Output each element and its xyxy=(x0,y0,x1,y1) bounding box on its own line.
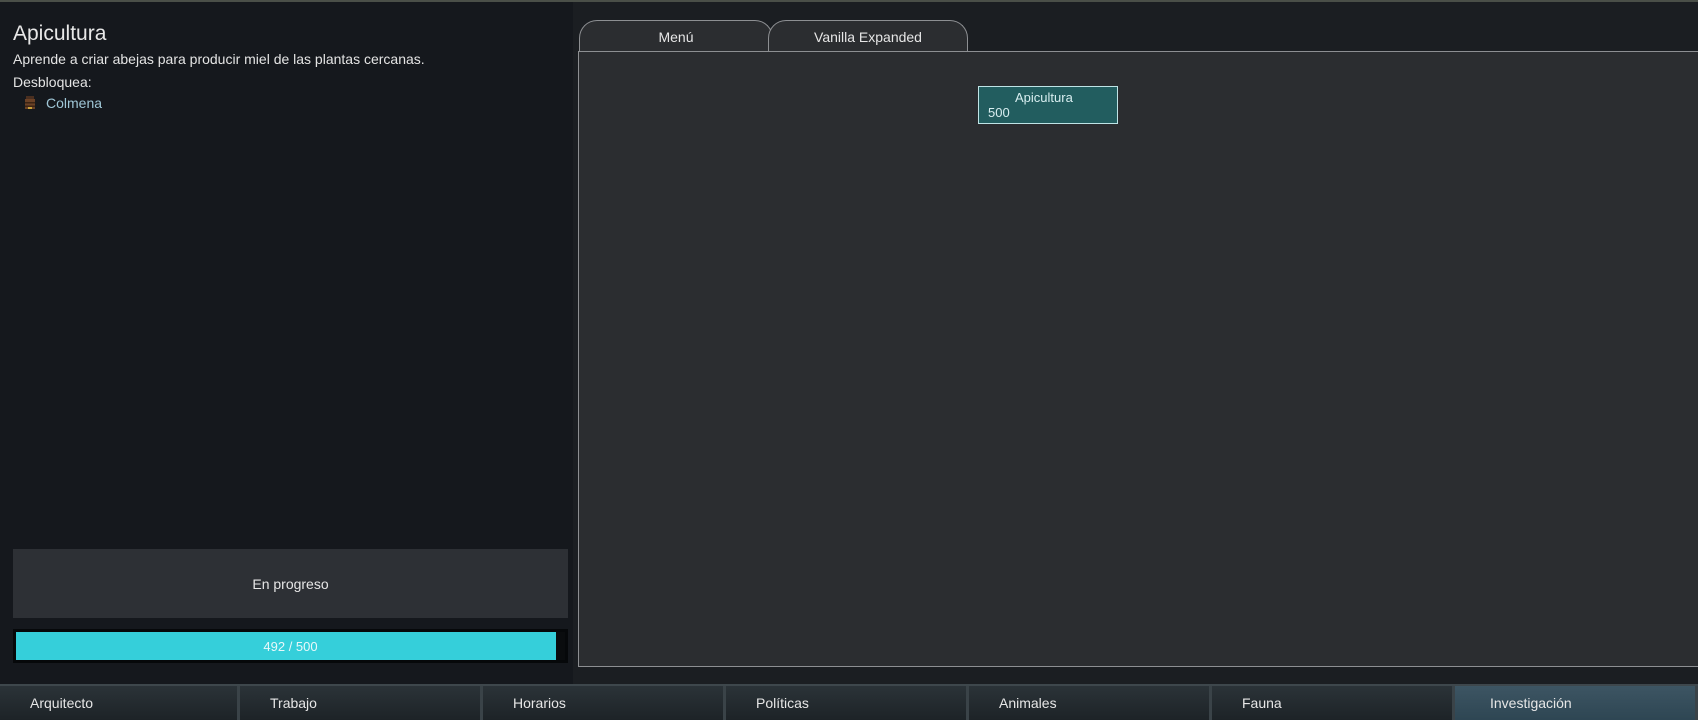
unlock-label: Colmena xyxy=(46,95,103,111)
main-tab-label: Horarios xyxy=(513,695,566,711)
node-name: Apicultura xyxy=(1015,90,1073,105)
main-tab-horarios[interactable]: Horarios xyxy=(483,686,726,720)
main-tab-animales[interactable]: Animales xyxy=(969,686,1212,720)
research-title: Apicultura xyxy=(13,22,107,45)
main-tab-trabajo[interactable]: Trabajo xyxy=(240,686,483,720)
research-node-apicultura[interactable]: Apicultura 500 xyxy=(978,86,1118,124)
research-info-panel: Apicultura Aprende a criar abejas para p… xyxy=(0,2,573,684)
tab-label: Vanilla Expanded xyxy=(814,29,922,45)
node-cost: 500 xyxy=(988,105,1010,120)
main-tab-investigacion[interactable]: Investigación xyxy=(1455,686,1698,720)
status-label: En progreso xyxy=(252,575,329,592)
tab-vanilla-expanded[interactable]: Vanilla Expanded xyxy=(768,20,968,53)
main-tab-label: Investigación xyxy=(1490,695,1572,711)
main-tab-label: Animales xyxy=(999,695,1057,711)
beehive-icon xyxy=(24,95,36,111)
unlocks-label: Desbloquea: xyxy=(13,74,92,90)
research-status-button[interactable]: En progreso xyxy=(13,549,568,618)
main-tab-politicas[interactable]: Políticas xyxy=(726,686,969,720)
main-tab-label: Fauna xyxy=(1242,695,1282,711)
main-tab-arquitecto[interactable]: Arquitecto xyxy=(0,686,240,720)
tab-menu[interactable]: Menú xyxy=(579,20,773,53)
progress-text: 492 / 500 xyxy=(263,638,318,654)
research-description: Aprende a criar abejas para producir mie… xyxy=(13,51,425,67)
main-tab-label: Arquitecto xyxy=(30,695,94,711)
main-tabs-bar: Arquitecto Trabajo Horarios Políticas An… xyxy=(0,684,1698,720)
tab-label: Menú xyxy=(658,29,694,45)
research-tree-area[interactable] xyxy=(578,51,1698,667)
research-progress-bar: 492 / 500 xyxy=(13,629,568,663)
progress-track: 492 / 500 xyxy=(16,632,565,660)
main-tab-label: Trabajo xyxy=(270,695,317,711)
main-tab-label: Políticas xyxy=(756,695,809,711)
unlock-item-colmena[interactable]: Colmena xyxy=(24,95,102,111)
main-tab-fauna[interactable]: Fauna xyxy=(1212,686,1455,720)
